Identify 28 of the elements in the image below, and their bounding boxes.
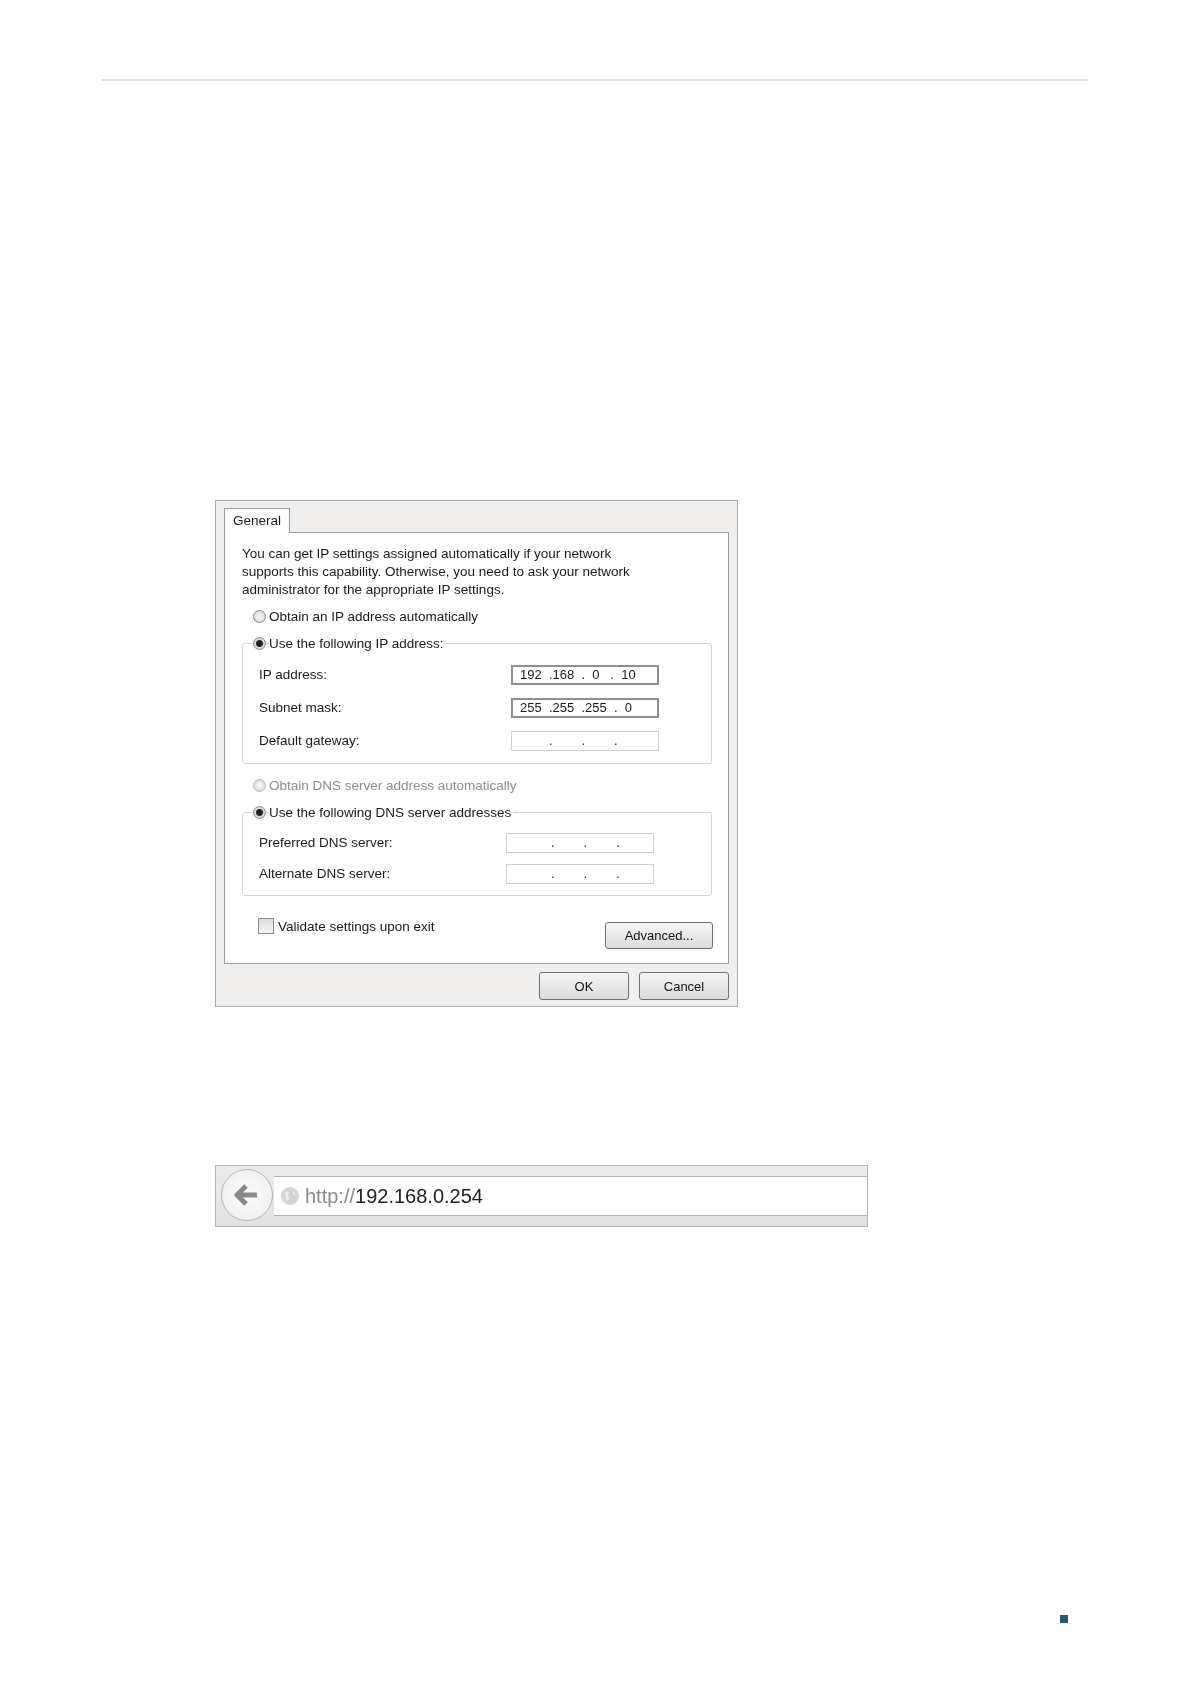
advanced-button[interactable]: Advanced... — [605, 922, 713, 949]
tab[interactable]: General — [224, 508, 291, 533]
checkbox[interactable] — [258, 918, 274, 934]
globe-icon — [280, 1186, 300, 1206]
ip-address-field[interactable]: 255 .255 .255 . 0 — [511, 697, 659, 718]
checkbox-label: Validate settings upon exit — [278, 918, 435, 934]
field-label: Default gateway: — [259, 733, 360, 748]
ip-address-field[interactable]: . . . — [506, 832, 654, 853]
back-arrow-icon — [234, 1184, 260, 1206]
option-label: Obtain DNS server address automatically — [269, 777, 517, 793]
url-text: http://192.168.0.254 — [305, 1184, 483, 1208]
field-label: Preferred DNS server: — [259, 835, 393, 850]
radio-button[interactable] — [253, 636, 266, 650]
ip-address-field[interactable]: . . . — [506, 863, 654, 884]
field-label: Subnet mask: — [259, 700, 342, 715]
radio-button[interactable] — [253, 609, 266, 623]
page-marker-icon — [1060, 1615, 1068, 1623]
description-text: You can get IP settings assigned automatically if your network supports this capability. Otherwise, you need to ask your network administrator for the appropriate IP settings. — [242, 545, 631, 599]
field-label: IP address: — [259, 667, 328, 682]
address-bar[interactable]: http://192.168.0.254 — [274, 1176, 867, 1216]
ok-button[interactable]: OK — [539, 972, 629, 1000]
back-button[interactable] — [221, 1169, 273, 1221]
cancel-button[interactable]: Cancel — [639, 972, 729, 1000]
ip-address-field[interactable]: . . . — [511, 730, 659, 751]
field-label: Alternate DNS server: — [259, 866, 391, 881]
radio-button[interactable] — [253, 805, 266, 819]
option-label: Obtain an IP address automatically — [269, 608, 479, 624]
ip-address-field[interactable]: 192 .168 . 0 . 10 — [511, 664, 659, 685]
